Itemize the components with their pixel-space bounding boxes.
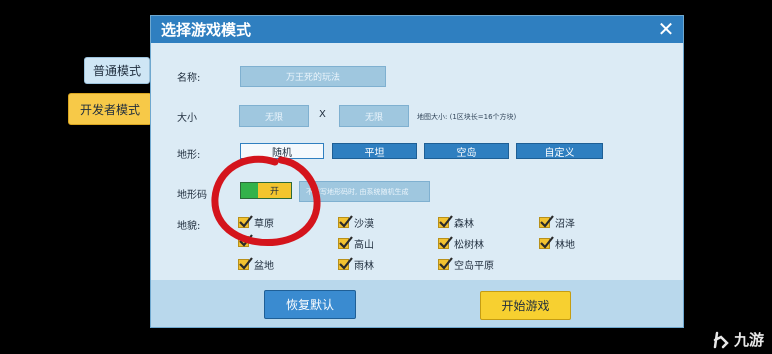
checkmark-icon [238, 257, 253, 270]
biome-name: 沼泽 [555, 219, 575, 230]
dialog-footer: 恢复默认 开始游戏 [151, 280, 683, 327]
size-height-input[interactable]: 无限 [339, 105, 409, 127]
biome-checkbox[interactable]: 森林 [438, 215, 474, 230]
dialog-titlebar: 选择游戏模式 ✕ [151, 16, 683, 43]
annotation-circle [211, 155, 321, 247]
biome-checkbox[interactable]: 沙漠 [338, 215, 374, 230]
size-label: 大小 [177, 113, 197, 124]
checkmark-icon [438, 257, 453, 270]
biome-name: 雨林 [354, 261, 374, 272]
biome-checkbox[interactable]: 高山 [338, 236, 374, 251]
biome-name: 空岛平原 [454, 261, 494, 272]
start-game-button[interactable]: 开始游戏 [480, 291, 571, 320]
tab-normal-mode[interactable]: 普通模式 [84, 57, 150, 84]
biome-name: 松树林 [454, 240, 484, 251]
checkmark-icon [438, 236, 453, 249]
size-separator: X [319, 109, 326, 120]
biome-checkbox[interactable]: 雨林 [338, 257, 374, 272]
biome-checkbox[interactable]: 沼泽 [539, 215, 575, 230]
checkmark-icon [338, 215, 353, 228]
biome-checkbox[interactable]: 盆地 [238, 257, 274, 272]
checkmark-icon [539, 236, 554, 249]
dialog-title: 选择游戏模式 [161, 21, 252, 39]
biome-checkbox[interactable]: 空岛平原 [438, 257, 494, 272]
watermark-text: 九游 [733, 331, 764, 349]
seed-label: 地形码 [177, 190, 207, 201]
biome-name: 沙漠 [354, 219, 374, 230]
biome-name: 森林 [454, 219, 474, 230]
terrain-option-custom[interactable]: 自定义 [516, 143, 603, 159]
terrain-option-flat[interactable]: 平坦 [332, 143, 417, 159]
biome-label: 地貌: [177, 221, 201, 232]
biome-checkbox[interactable]: 林地 [539, 236, 575, 251]
size-width-input[interactable]: 无限 [239, 105, 309, 127]
name-label: 名称: [177, 73, 201, 84]
terrain-option-sky-island[interactable]: 空岛 [424, 143, 509, 159]
biome-name: 林地 [555, 240, 575, 251]
reset-defaults-button[interactable]: 恢复默认 [264, 290, 356, 319]
watermark-icon [713, 331, 729, 348]
biome-checkbox[interactable]: 松树林 [438, 236, 484, 251]
biome-name: 盆地 [254, 261, 274, 272]
watermark-logo: 九游 [712, 329, 764, 350]
checkmark-icon [438, 215, 453, 228]
checkmark-icon [338, 236, 353, 249]
checkmark-icon [539, 215, 554, 228]
terrain-label: 地形: [177, 150, 201, 161]
name-input[interactable]: 万王死的玩法 [240, 66, 386, 87]
size-note: 地图大小: (1区块长=16个方块) [417, 113, 517, 121]
biome-name: 高山 [354, 240, 374, 251]
tab-developer-mode[interactable]: 开发者模式 [68, 93, 152, 125]
close-icon[interactable]: ✕ [655, 17, 677, 41]
checkmark-icon [338, 257, 353, 270]
